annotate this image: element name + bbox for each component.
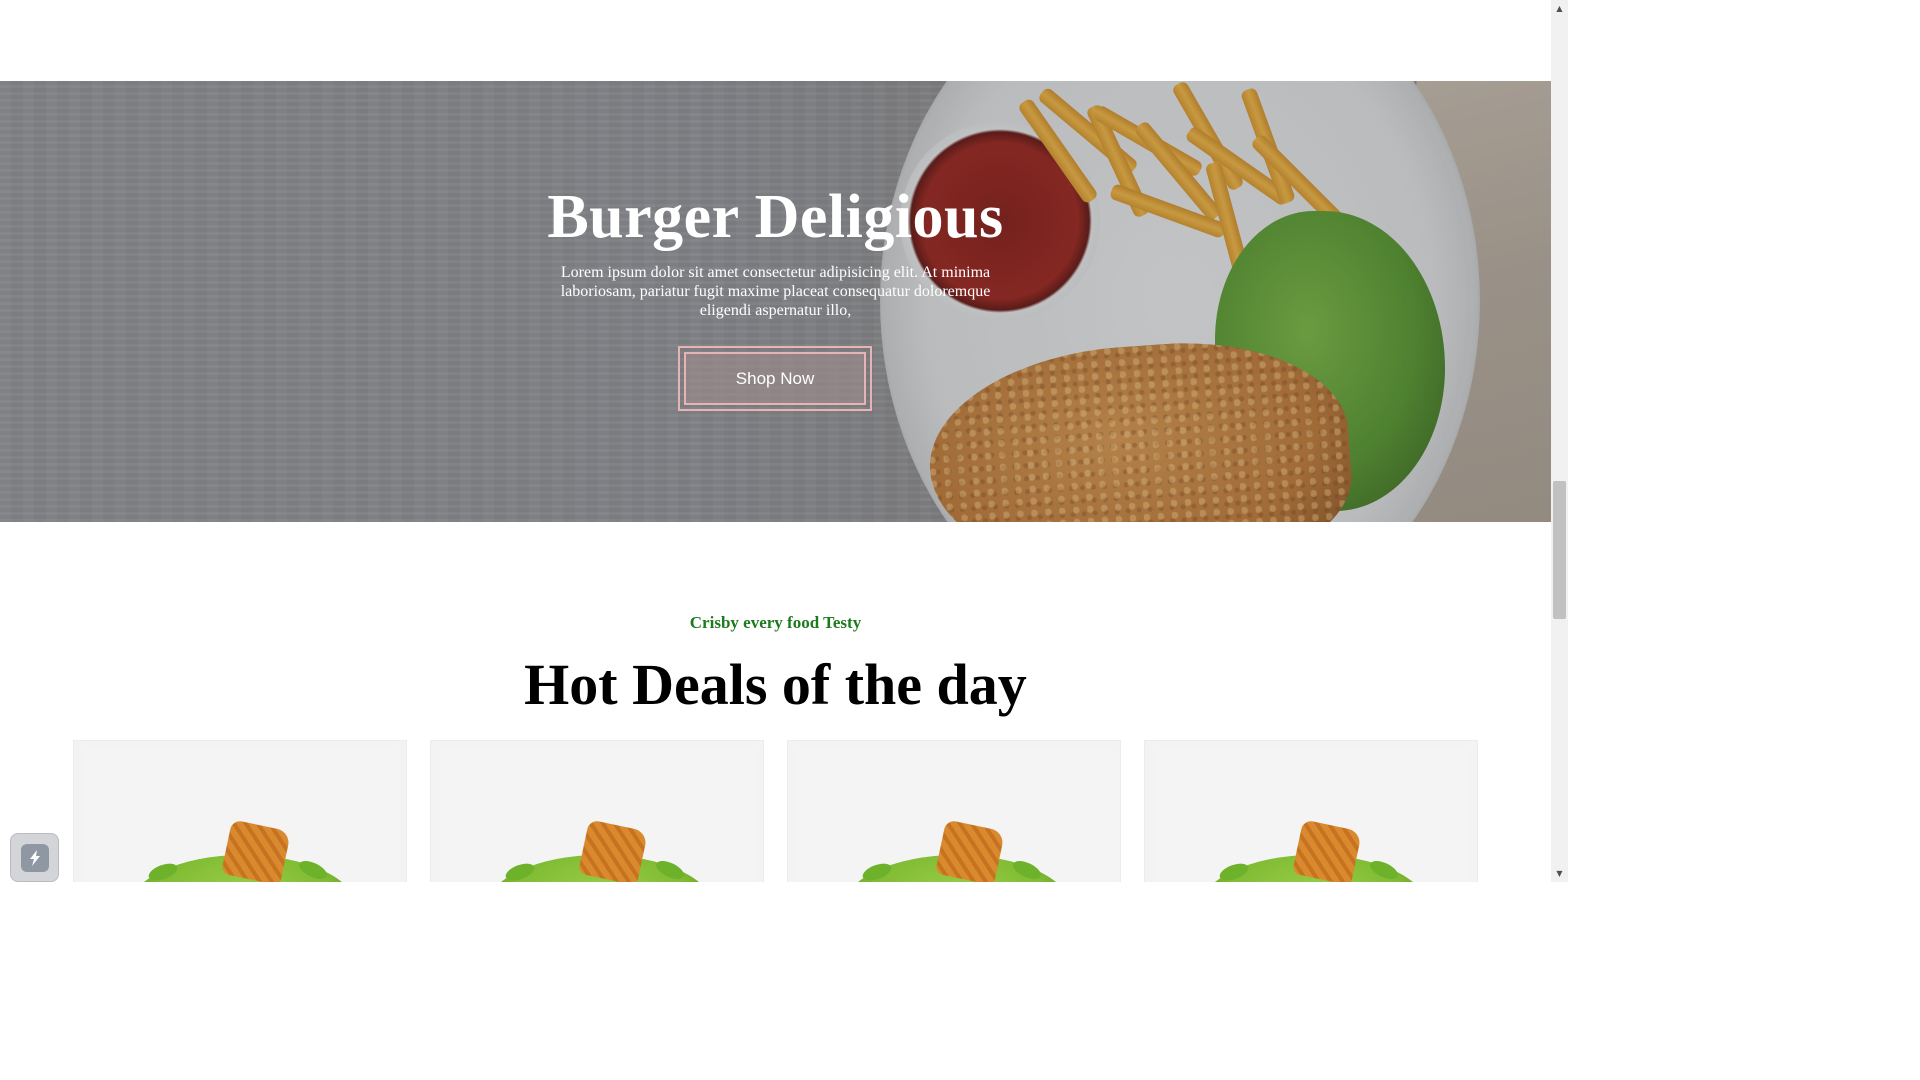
deals-title: Hot Deals of the day xyxy=(524,652,1027,717)
deal-card-image-frame xyxy=(797,750,1113,882)
scroll-down-icon[interactable]: ▼ xyxy=(1551,865,1568,882)
deals-subtitle: Crisby every food Testy xyxy=(689,613,862,632)
salad-image xyxy=(842,819,1072,882)
deal-card[interactable] xyxy=(787,740,1121,882)
deal-card-image-frame xyxy=(83,750,399,882)
salad-image xyxy=(485,819,715,882)
hero-banner: Burger Deligious Lorem ipsum dolor sit a… xyxy=(0,81,1551,522)
deal-card-image-frame xyxy=(440,750,756,882)
deal-card[interactable] xyxy=(1144,740,1478,882)
lightning-icon xyxy=(20,843,49,872)
shop-now-button[interactable]: Shop Now xyxy=(678,346,872,411)
scroll-up-icon[interactable]: ▲ xyxy=(1551,0,1568,17)
hero-content: Burger Deligious Lorem ipsum dolor sit a… xyxy=(0,81,1551,522)
hero-title: Burger Deligious xyxy=(547,183,1004,251)
page: Burger Deligious Lorem ipsum dolor sit a… xyxy=(0,0,1551,882)
scrollbar-thumb[interactable] xyxy=(1553,481,1566,619)
salad-image xyxy=(128,819,358,882)
deal-card[interactable] xyxy=(430,740,764,882)
deal-card[interactable] xyxy=(73,740,407,882)
vertical-scrollbar[interactable]: ▲ ▼ xyxy=(1551,0,1568,882)
hero-description: Lorem ipsum dolor sit amet consectetur a… xyxy=(560,264,991,319)
shop-now-label: Shop Now xyxy=(684,352,866,405)
floating-widget-button[interactable] xyxy=(10,833,59,882)
deal-card-image-frame xyxy=(1154,750,1470,882)
salad-image xyxy=(1199,819,1429,882)
